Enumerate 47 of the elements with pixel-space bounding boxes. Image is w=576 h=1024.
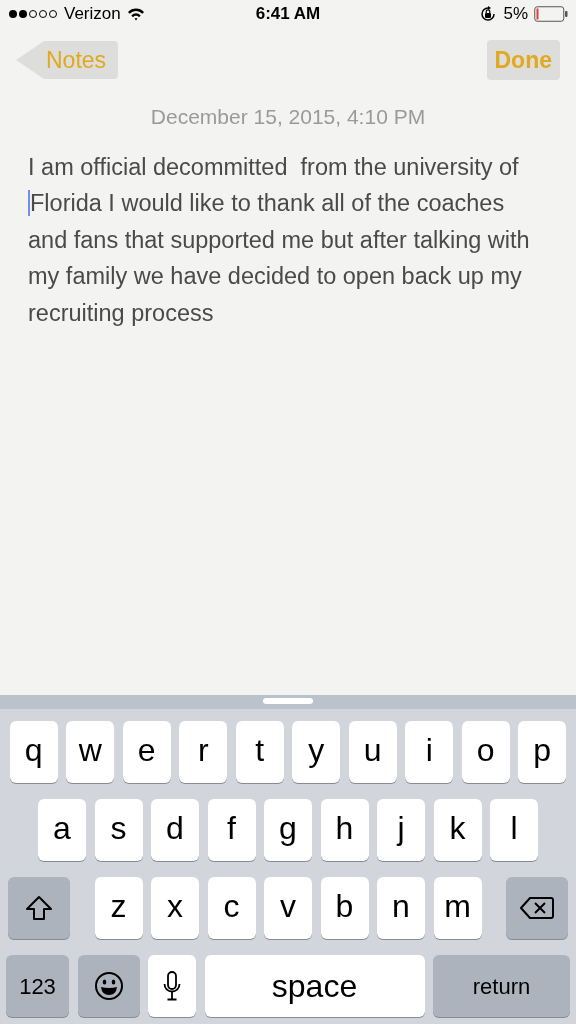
letter-key[interactable]: s <box>94 799 143 861</box>
letter-key[interactable]: e <box>122 721 171 783</box>
clock-time: 6:41 AM <box>255 3 321 26</box>
numbers-key[interactable]: 123 <box>6 955 69 1017</box>
letter-key[interactable]: x <box>151 877 199 939</box>
space-key[interactable]: space <box>204 955 425 1017</box>
letter-key[interactable]: d <box>151 799 199 861</box>
battery-percent: 5% <box>503 3 528 26</box>
letter-key[interactable]: n <box>377 877 425 939</box>
shift-icon <box>25 895 53 921</box>
rotation-lock-icon <box>479 5 498 23</box>
letter-key[interactable]: o <box>461 721 510 783</box>
return-key[interactable]: return <box>433 955 570 1017</box>
delete-icon <box>520 896 554 920</box>
letter-key[interactable]: u <box>348 721 397 783</box>
letter-key[interactable]: w <box>66 721 115 783</box>
drag-handle[interactable] <box>263 698 313 704</box>
letter-key[interactable]: c <box>207 877 256 939</box>
smiley-icon <box>93 971 124 1001</box>
signal-icon <box>8 9 58 19</box>
letter-key[interactable]: l <box>490 799 538 861</box>
wifi-icon <box>126 7 145 21</box>
letter-key[interactable]: b <box>320 877 369 939</box>
letter-key[interactable]: f <box>207 799 256 861</box>
emoji-key[interactable] <box>77 955 140 1017</box>
letter-key[interactable]: j <box>377 799 425 861</box>
letter-key[interactable]: z <box>94 877 143 939</box>
letter-key[interactable]: q <box>9 721 58 783</box>
letter-key[interactable]: p <box>518 721 567 783</box>
letter-key[interactable]: m <box>433 877 482 939</box>
letter-key[interactable]: h <box>320 799 369 861</box>
battery-icon <box>534 6 568 22</box>
letter-key[interactable]: v <box>264 877 312 939</box>
letter-key[interactable]: k <box>433 799 482 861</box>
carrier-name: Verizon <box>64 3 121 26</box>
delete-key[interactable] <box>506 877 568 939</box>
letter-key[interactable]: g <box>264 799 312 861</box>
dictation-key[interactable] <box>148 955 196 1017</box>
note-date: December 15, 2015, 4:10 PM <box>150 104 426 130</box>
note-text[interactable]: I am official decommitted from the university of Florida I would like to thank all of the coaches and fans that supported me but after talking with my family we have decided to open back up my recruiting process <box>28 148 548 331</box>
microphone-icon <box>163 971 181 1001</box>
letter-key[interactable]: t <box>235 721 284 783</box>
letter-key[interactable]: r <box>179 721 228 783</box>
shift-key[interactable] <box>8 877 70 939</box>
letter-key[interactable]: a <box>38 799 86 861</box>
letter-key[interactable]: y <box>292 721 341 783</box>
letter-key[interactable]: i <box>405 721 454 783</box>
